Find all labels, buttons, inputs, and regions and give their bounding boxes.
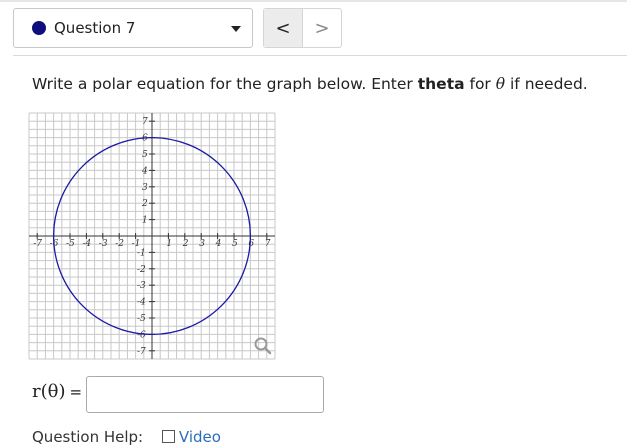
polar-graph: -7 -6 -5 -4 -3 -2 -1 1 2 3 4 5 6 77654321-1-2-3-4-5-6… — [28, 112, 276, 360]
x-tick-label: -7 — [33, 239, 42, 249]
y-tick-label: -5 — [137, 314, 146, 324]
y-tick-label: -6 — [137, 330, 146, 340]
x-tick-label: -5 — [66, 239, 75, 249]
x-tick-label: 1 — [166, 239, 172, 249]
y-tick-label: -1 — [137, 248, 146, 258]
answer-label: r(θ) = — [32, 381, 82, 402]
help-label: Question Help: — [32, 428, 144, 446]
answer-label-text: r(θ) — [32, 381, 66, 402]
y-tick-label: 7 — [142, 117, 148, 127]
video-label: Video — [178, 428, 221, 446]
x-tick-label: 2 — [182, 239, 189, 249]
answer-equals: = — [69, 383, 83, 401]
y-tick-label: 4 — [141, 166, 148, 176]
x-tick-label: -2 — [115, 239, 124, 249]
y-tick-label: -4 — [137, 298, 146, 308]
y-tick-label: 1 — [142, 216, 148, 226]
video-link[interactable]: Video — [161, 428, 221, 446]
x-tick-label: 4 — [215, 239, 222, 249]
x-tick-label: -3 — [99, 239, 108, 249]
y-tick-label: 5 — [142, 150, 148, 160]
x-tick-label: 5 — [232, 239, 238, 249]
y-tick-label: 3 — [142, 183, 148, 193]
graph-axes — [29, 113, 275, 359]
question-help: Question Help: Video — [32, 428, 221, 446]
x-tick-label: -4 — [82, 239, 91, 249]
answer-input[interactable] — [86, 376, 324, 413]
y-tick-label: -7 — [137, 347, 146, 357]
x-tick-label: 3 — [199, 239, 205, 249]
y-tick-label: 2 — [141, 199, 148, 209]
y-tick-label: -2 — [137, 265, 146, 275]
x-tick-label: 7 — [265, 239, 271, 249]
y-tick-label: -3 — [137, 281, 146, 291]
